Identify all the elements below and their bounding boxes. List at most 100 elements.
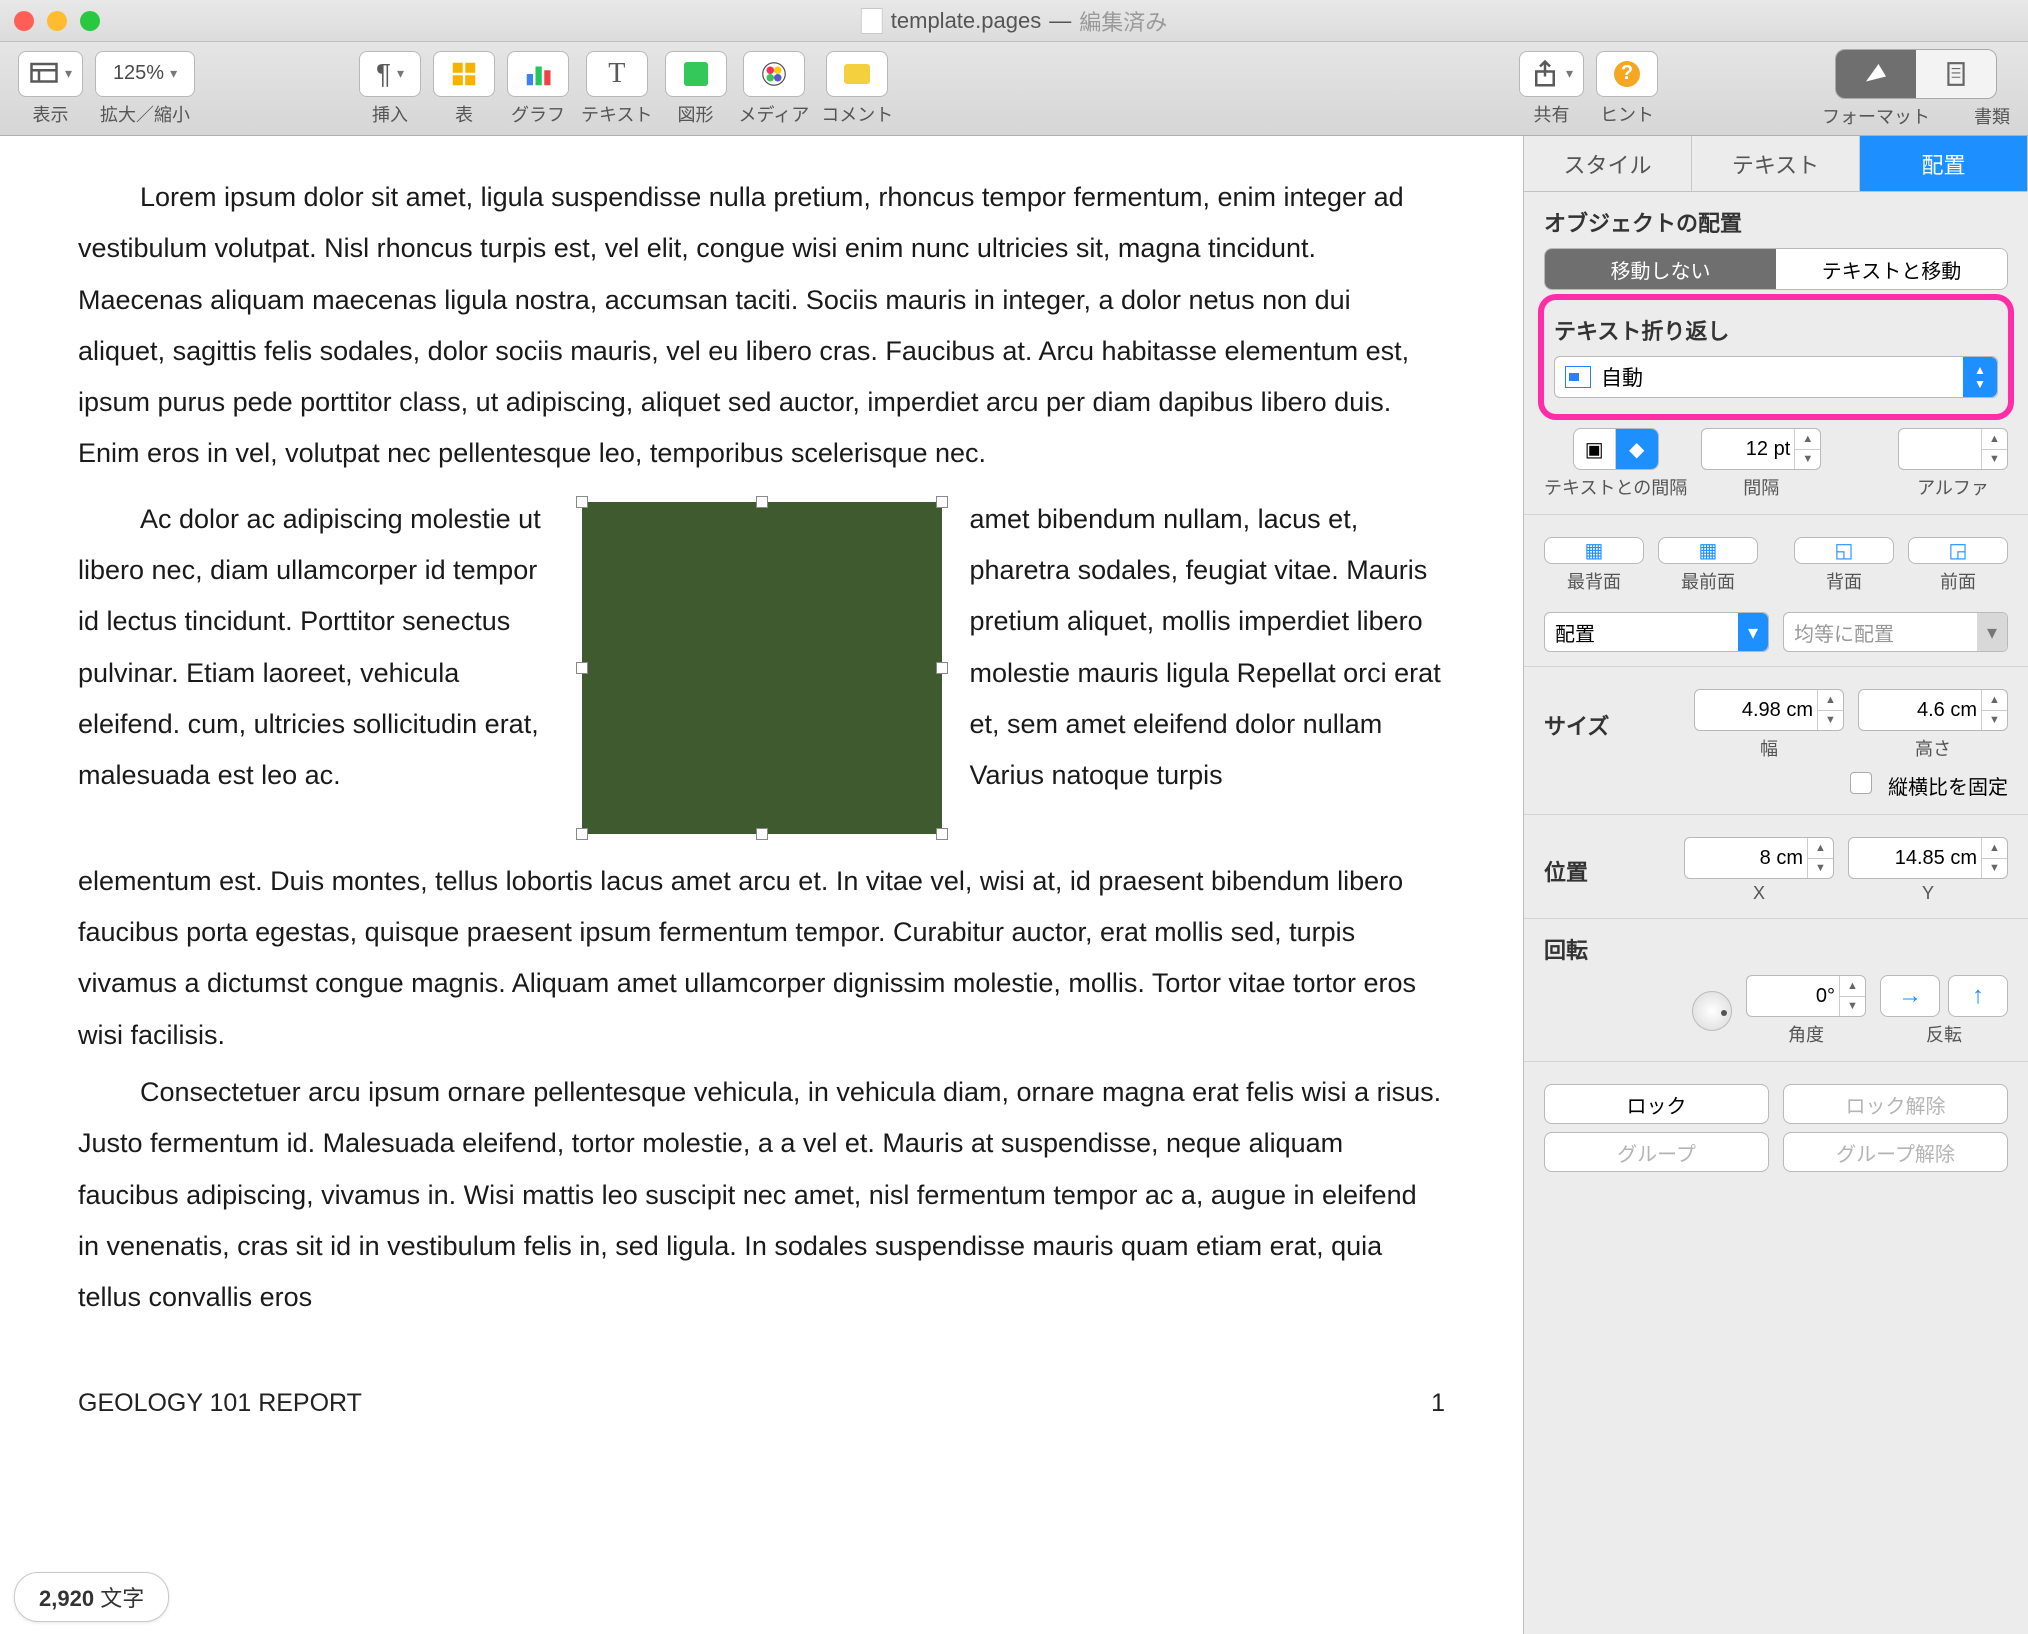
page-number: 1: [1431, 1389, 1445, 1418]
media-button[interactable]: [743, 51, 805, 97]
format-icon[interactable]: [1836, 50, 1916, 98]
chart-button[interactable]: [507, 51, 569, 97]
chevron-updown-icon: ▲▼: [1963, 357, 1997, 397]
body-paragraph[interactable]: Consectetuer arcu ipsum ornare pellentes…: [78, 1067, 1445, 1323]
angle-field[interactable]: 0°▲▼: [1746, 975, 1866, 1017]
body-paragraph[interactable]: Lorem ipsum dolor sit amet, ligula suspe…: [78, 172, 1445, 480]
text-wrap-title: テキスト折り返し: [1554, 314, 1998, 346]
toolbar: ▾ 表示 125%▾ 拡大／縮小 ¶▾ 挿入 表 グラフ T テキスト 図形 メ…: [0, 42, 2028, 136]
width-field[interactable]: 4.98 cm▲▼: [1694, 689, 1844, 731]
view-label: 表示: [33, 101, 69, 127]
text-button[interactable]: T: [586, 51, 648, 97]
text-fit-segmented[interactable]: ▣ ◆: [1573, 428, 1659, 470]
format-inspector: スタイル テキスト 配置 オブジェクトの配置 移動しない テキストと移動 テキス…: [1524, 136, 2028, 1634]
footer-title: GEOLOGY 101 REPORT: [78, 1389, 362, 1418]
selected-shape[interactable]: [574, 494, 950, 842]
fit-contour-icon[interactable]: ◆: [1616, 429, 1658, 469]
fullscreen-window-icon[interactable]: [80, 11, 100, 31]
table-button[interactable]: [433, 51, 495, 97]
resize-handle-icon[interactable]: [936, 828, 948, 840]
fit-square-icon[interactable]: ▣: [1574, 429, 1616, 469]
flip-horizontal-button[interactable]: →: [1880, 975, 1940, 1017]
document-icon[interactable]: [1916, 50, 1996, 98]
resize-handle-icon[interactable]: [756, 496, 768, 508]
alpha-field[interactable]: ▲▼: [1898, 428, 2008, 470]
send-to-back-button[interactable]: ▦: [1544, 537, 1644, 564]
titlebar: template.pages — 編集済み: [0, 0, 2028, 42]
media-label: メディア: [739, 101, 810, 127]
stepper-up-icon[interactable]: ▲: [1794, 429, 1820, 450]
size-title: サイズ: [1544, 709, 1609, 741]
hint-label: ヒント: [1600, 101, 1654, 127]
spacing-field[interactable]: 12 pt ▲▼: [1701, 428, 1821, 470]
stepper-up-icon[interactable]: ▲: [1981, 429, 2007, 450]
resize-handle-icon[interactable]: [936, 662, 948, 674]
stepper-down-icon[interactable]: ▼: [1794, 450, 1820, 470]
layer-forward-icon: ◲: [1949, 538, 1968, 563]
zoom-button[interactable]: 125%▾: [95, 51, 195, 97]
shape-button[interactable]: [665, 51, 727, 97]
word-count-pill[interactable]: 2,920 文字: [14, 1572, 169, 1622]
zoom-label: 拡大／縮小: [100, 101, 190, 127]
text-wrap-dropdown[interactable]: 自動 ▲▼: [1554, 356, 1998, 398]
height-field[interactable]: 4.6 cm▲▼: [1858, 689, 2008, 731]
aspect-checkbox[interactable]: [1850, 772, 1872, 794]
bring-to-front-button[interactable]: ▦: [1658, 537, 1758, 564]
traffic-lights: [14, 11, 100, 31]
share-button[interactable]: ▾: [1519, 51, 1584, 97]
format-label: フォーマット: [1822, 103, 1930, 129]
placement-move-with-text[interactable]: テキストと移動: [1776, 249, 2007, 289]
angle-knob[interactable]: [1692, 991, 1732, 1031]
wrap-text-right[interactable]: amet bibendum nullam, lacus et, pharetra…: [970, 494, 1446, 842]
align-select[interactable]: 配置▾: [1544, 612, 1769, 652]
flip-vertical-button[interactable]: ↑: [1948, 975, 2008, 1017]
rotate-title: 回転: [1544, 933, 2008, 965]
tab-text[interactable]: テキスト: [1692, 136, 1860, 191]
resize-handle-icon[interactable]: [936, 496, 948, 508]
group-button[interactable]: グループ: [1544, 1132, 1769, 1172]
spacing-label: 間隔: [1743, 474, 1779, 500]
layer-backward-icon: ◱: [1835, 538, 1854, 563]
layer-front-icon: ▦: [1699, 538, 1718, 563]
text-label: テキスト: [581, 101, 652, 127]
aspect-label: 縦横比を固定: [1888, 777, 2008, 799]
chevron-down-icon: ▾: [1738, 613, 1768, 651]
document-canvas[interactable]: Lorem ipsum dolor sit amet, ligula suspe…: [0, 136, 1524, 1634]
text-wrap-highlight: テキスト折り返し 自動 ▲▼: [1538, 294, 2014, 420]
document-label: 書類: [1974, 103, 2010, 129]
insert-button[interactable]: ¶▾: [359, 51, 421, 97]
bring-forward-button[interactable]: ◲: [1908, 537, 2008, 564]
y-field[interactable]: 14.85 cm▲▼: [1848, 837, 2008, 879]
object-placement-title: オブジェクトの配置: [1544, 206, 2008, 238]
resize-handle-icon[interactable]: [576, 828, 588, 840]
wrap-text-left[interactable]: Ac dolor ac adipiscing molestie ut liber…: [78, 494, 554, 842]
comment-button[interactable]: [826, 51, 888, 97]
filename-label: template.pages: [891, 8, 1041, 34]
format-document-toggle[interactable]: [1835, 49, 1997, 99]
window-title: template.pages — 編集済み: [861, 5, 1167, 37]
body-paragraph[interactable]: elementum est. Duis montes, tellus lobor…: [78, 856, 1445, 1061]
hint-button[interactable]: ?: [1596, 51, 1658, 97]
minimize-window-icon[interactable]: [47, 11, 67, 31]
placement-segmented[interactable]: 移動しない テキストと移動: [1544, 248, 2008, 290]
resize-handle-icon[interactable]: [576, 496, 588, 508]
send-backward-button[interactable]: ◱: [1794, 537, 1894, 564]
ungroup-button[interactable]: グループ解除: [1783, 1132, 2008, 1172]
alpha-label: アルファ: [1917, 474, 1989, 500]
separator: —: [1049, 8, 1071, 34]
shape-label: 図形: [678, 101, 714, 127]
tab-style[interactable]: スタイル: [1524, 136, 1692, 191]
green-rectangle-shape[interactable]: [582, 502, 942, 834]
resize-handle-icon[interactable]: [756, 828, 768, 840]
lock-button[interactable]: ロック: [1544, 1084, 1769, 1124]
unlock-button[interactable]: ロック解除: [1783, 1084, 2008, 1124]
tab-arrange[interactable]: 配置: [1860, 136, 2028, 191]
view-button[interactable]: ▾: [18, 51, 83, 97]
resize-handle-icon[interactable]: [576, 662, 588, 674]
placement-stay[interactable]: 移動しない: [1545, 249, 1776, 289]
x-field[interactable]: 8 cm▲▼: [1684, 837, 1834, 879]
chart-label: グラフ: [511, 101, 565, 127]
close-window-icon[interactable]: [14, 11, 34, 31]
stepper-down-icon[interactable]: ▼: [1981, 450, 2007, 470]
distribute-select[interactable]: 均等に配置▾: [1783, 612, 2008, 652]
